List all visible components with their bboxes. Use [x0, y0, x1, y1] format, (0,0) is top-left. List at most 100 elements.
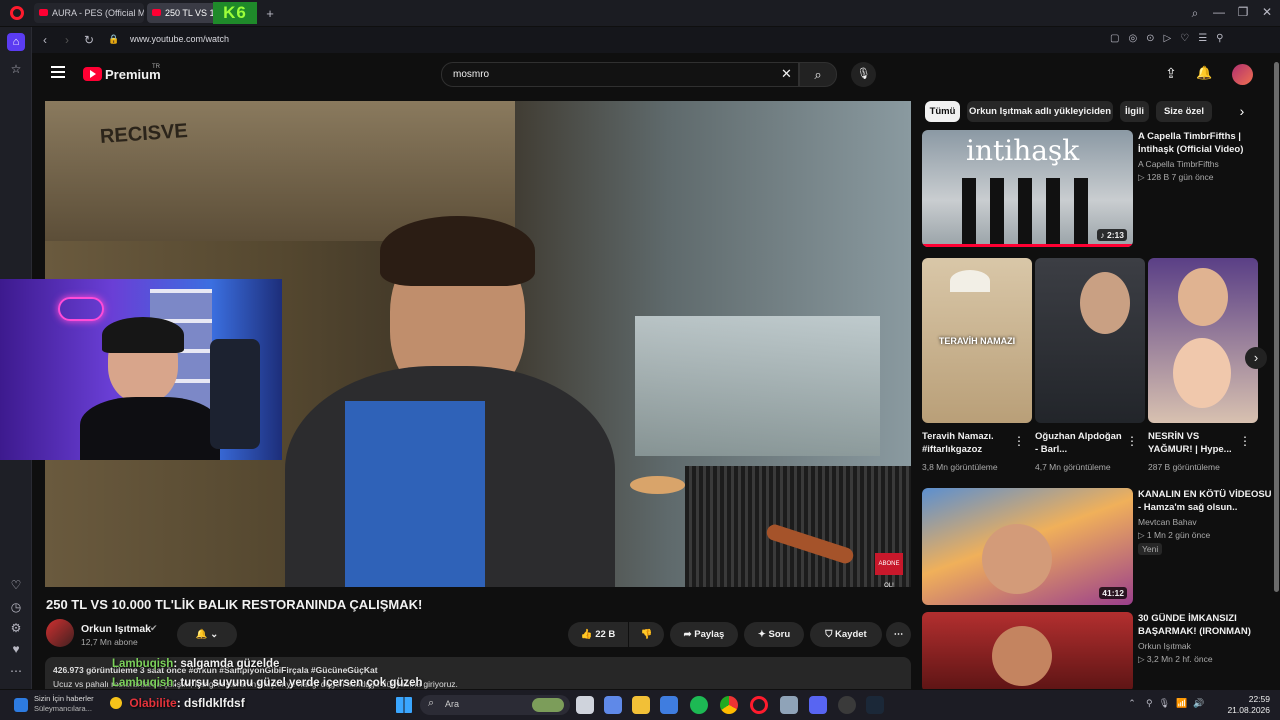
tray-overflow-icon[interactable]: ⌃	[1126, 698, 1138, 709]
url-field[interactable]: www.youtube.com/watch	[130, 34, 229, 44]
upload-icon[interactable]: ⇪	[1163, 65, 1179, 82]
save-button[interactable]: ⛉ Kaydet	[810, 622, 882, 647]
back-icon[interactable]: ‹	[38, 33, 52, 47]
like-button[interactable]: 👍 22 B	[568, 622, 628, 647]
app-icon[interactable]	[780, 696, 798, 714]
tray-icons[interactable]: ⚲🎙📶🔊	[1146, 698, 1222, 709]
reload-icon[interactable]: ↻	[82, 33, 96, 47]
thumb-cap	[950, 270, 990, 292]
spotify-icon[interactable]	[690, 696, 708, 714]
short-views: 3,8 Mn görüntüleme	[922, 462, 998, 472]
clear-search-icon[interactable]: ✕	[781, 66, 792, 82]
notifications-icon[interactable]: 🔔	[1196, 65, 1212, 81]
steam-icon[interactable]	[866, 696, 884, 714]
news-line-1[interactable]: Sizin İçin haberler	[34, 694, 94, 703]
thumb-face	[1178, 268, 1228, 326]
search-button[interactable]: ⌕	[799, 62, 837, 87]
opera-logo-icon[interactable]	[10, 6, 24, 20]
weather-widget-icon[interactable]	[14, 698, 28, 712]
short-thumbnail[interactable]: TERAVİH NAMAZI	[922, 258, 1032, 423]
more-icon[interactable]: ⋯	[8, 664, 24, 678]
thumb-face	[1080, 272, 1130, 334]
start-button[interactable]	[396, 697, 412, 713]
minimize-button[interactable]: —	[1212, 5, 1226, 19]
short-menu-icon[interactable]: ⋮	[1239, 434, 1251, 448]
recommendation-thumbnail[interactable]: 41:12	[922, 488, 1133, 605]
subscriber-count: 12,7 Mn abone	[81, 637, 138, 647]
clock-time[interactable]: 22:59	[1226, 694, 1270, 704]
task-view-icon[interactable]	[576, 696, 594, 714]
tab-search-icon[interactable]: ⌕	[1188, 6, 1202, 21]
short-thumbnail[interactable]	[1035, 258, 1145, 423]
thumb-figures	[962, 178, 1102, 244]
shorts-next-button[interactable]: ›	[1245, 347, 1267, 369]
tab-label: AURA - PES (Official Musi	[52, 8, 144, 18]
chat-badge-icon	[110, 697, 122, 709]
star-icon[interactable]: ☆	[8, 62, 24, 76]
short-views: 287 B görüntüleme	[1148, 462, 1220, 472]
tips-icon[interactable]: ♥	[8, 642, 24, 656]
short-title[interactable]: NESRİN VS YAĞMUR! | Hype...	[1148, 430, 1238, 456]
video-person-hair	[380, 216, 535, 286]
subscribe-overlay-badge[interactable]: ABONE OL!	[875, 553, 903, 587]
channel-avatar[interactable]	[46, 619, 74, 647]
recommendation-title[interactable]: 30 GÜNDE İMKANSIZI BAŞARMAK! (IRONMAN)	[1138, 612, 1268, 638]
chip-all[interactable]: Tümü	[925, 101, 960, 122]
heart-icon[interactable]: ♡	[8, 578, 24, 592]
dislike-button[interactable]: 👎	[629, 622, 664, 647]
menu-icon[interactable]	[51, 66, 65, 78]
discord-icon[interactable]	[809, 696, 827, 714]
opera-icon[interactable]	[750, 696, 768, 714]
recommendation-title[interactable]: KANALIN EN KÖTÜ VİDEOSU - Hamza'm sağ ol…	[1138, 488, 1273, 514]
store-icon[interactable]	[660, 696, 678, 714]
short-title[interactable]: Oğuzhan Alpdoğan - Barl...	[1035, 430, 1125, 456]
voice-search-icon[interactable]: 🎙	[851, 62, 876, 87]
short-thumbnail[interactable]	[1148, 258, 1258, 423]
webcam-overlay	[0, 279, 282, 460]
new-badge: Yeni	[1138, 543, 1163, 555]
tab-aura[interactable]: AURA - PES (Official Musi	[34, 3, 144, 23]
taskbar-search[interactable]: ⌕ Ara	[420, 695, 570, 715]
chat-overlay: Lambuqish: salgamda güzelde Lambuqish: t…	[112, 657, 632, 693]
search-input[interactable]: mosmro ✕	[441, 62, 799, 87]
chip-related[interactable]: İlgili	[1120, 101, 1149, 122]
youtube-logo[interactable]: Premium TR	[83, 64, 173, 84]
page-scrollbar[interactable]	[1273, 54, 1280, 689]
more-actions-button[interactable]: ⋯	[886, 622, 911, 647]
settings-icon[interactable]: ⚙	[8, 621, 24, 635]
obs-icon[interactable]	[838, 696, 856, 714]
browser-tab-bar: AURA - PES (Official Musi 250 TL VS 10.0…	[0, 0, 1280, 26]
new-tab-button[interactable]: +	[263, 6, 277, 21]
chip-for-you[interactable]: Size özel	[1156, 101, 1212, 122]
avatar[interactable]	[1232, 64, 1253, 85]
history-icon[interactable]: ◷	[8, 600, 24, 614]
recommendation-meta: ▷ 1 Mn 2 gün önce	[1138, 530, 1211, 540]
search-icon: ⌕	[428, 697, 435, 709]
thumb-face	[992, 626, 1052, 686]
recommendation-title[interactable]: A Capella TimbrFifths | İntihaşk (Offici…	[1138, 130, 1268, 156]
ask-button[interactable]: ✦ Soru	[744, 622, 804, 647]
file-explorer-icon[interactable]	[632, 696, 650, 714]
forward-icon[interactable]: ›	[60, 33, 74, 47]
youtube-favicon-icon	[39, 9, 48, 16]
home-icon[interactable]: ⌂	[7, 33, 25, 51]
extensions-icons[interactable]: ▢◎⊙▷♡☰⚲	[1110, 33, 1280, 44]
short-title[interactable]: Teravih Namazı. #iftarlıkgazoz	[922, 430, 1012, 456]
chips-next-icon[interactable]: ›	[1235, 103, 1249, 119]
subscription-bell-button[interactable]: 🔔 ⌄	[177, 622, 237, 647]
chip-from-uploader[interactable]: Orkun Işıtmak adlı yükleyiciden	[967, 101, 1113, 122]
chrome-icon[interactable]	[720, 696, 738, 714]
channel-name[interactable]: Orkun Işıtmak	[81, 623, 151, 635]
video-title: 250 TL VS 10.000 TL'LİK BALIK RESTORANIN…	[46, 597, 423, 612]
short-menu-icon[interactable]: ⋮	[1013, 434, 1025, 448]
widgets-icon[interactable]	[604, 696, 622, 714]
maximize-button[interactable]: ❐	[1236, 5, 1250, 19]
share-button[interactable]: ➦ Paylaş	[670, 622, 738, 647]
recommendation-thumbnail[interactable]: intihaşk ♪ 2:13	[922, 130, 1133, 247]
thumb-face	[982, 524, 1052, 594]
short-menu-icon[interactable]: ⋮	[1126, 434, 1138, 448]
clock-date: 21.08.2026	[1227, 705, 1270, 715]
recommendation-thumbnail[interactable]	[922, 612, 1133, 689]
close-window-button[interactable]: ✕	[1260, 5, 1274, 19]
recommendation-channel: Mevtcan Bahav	[1138, 517, 1197, 527]
